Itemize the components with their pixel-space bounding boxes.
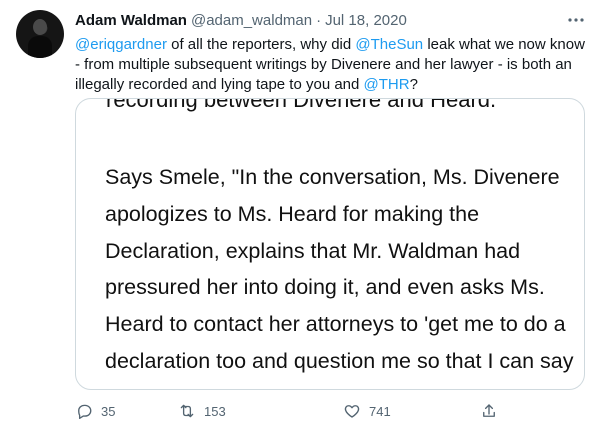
tweet: Adam Waldman @adam_waldman · Jul 18, 202… — [0, 0, 600, 433]
tweet-text: @eriqgardner of all the reporters, why d… — [75, 35, 585, 95]
author-handle[interactable]: @adam_waldman — [191, 12, 312, 29]
share-button[interactable] — [480, 400, 498, 422]
reply-count: 35 — [101, 403, 116, 419]
like-count: 741 — [369, 403, 391, 419]
tweet-actions: 35 153 741 — [75, 400, 505, 422]
timestamp[interactable]: Jul 18, 2020 — [325, 12, 407, 29]
retweet-count: 153 — [204, 403, 226, 419]
like-icon — [343, 402, 361, 420]
retweet-icon — [178, 402, 196, 420]
document-line: pressured her into doing it, and even as… — [105, 275, 545, 300]
document-line: Declaration, explains that Mr. Waldman h… — [105, 238, 521, 263]
avatar[interactable] — [16, 10, 64, 58]
avatar-body — [28, 36, 52, 58]
share-icon — [480, 402, 498, 420]
document-cut-line: recording between Divenere and Heard. — [106, 98, 497, 112]
retweet-button[interactable]: 153 — [178, 400, 226, 422]
document-line: apologizes to Ms. Heard for making the — [105, 201, 480, 226]
more-icon[interactable] — [566, 12, 586, 28]
document-image: recording between Divenere and Heard. Sa… — [76, 99, 584, 389]
mention-thesun[interactable]: @TheSun — [355, 36, 423, 53]
document-line: Heard to contact her attorneys to 'get m… — [105, 312, 566, 337]
tweet-text-part-3: ? — [409, 76, 418, 93]
media-card[interactable]: recording between Divenere and Heard. Sa… — [75, 98, 585, 390]
document-line: declaration too and question me so that … — [105, 348, 574, 373]
document-lines: Says Smele, "In the conversation, Ms. Di… — [105, 159, 575, 380]
document-line: Says Smele, "In the conversation, Ms. Di… — [105, 165, 560, 189]
avatar-head — [33, 19, 47, 35]
mention-thr[interactable]: @THR — [364, 76, 410, 93]
like-button[interactable]: 741 — [343, 400, 391, 422]
reply-button[interactable]: 35 — [75, 400, 115, 422]
reply-icon — [75, 402, 93, 420]
tweet-header: Adam Waldman @adam_waldman · Jul 18, 202… — [75, 10, 407, 30]
author-name[interactable]: Adam Waldman — [75, 12, 187, 29]
tweet-text-part-1: of all the reporters, why did — [166, 36, 356, 53]
header-separator: · — [316, 11, 322, 29]
mention-eriqgardner[interactable]: @eriqgardner — [75, 36, 167, 53]
